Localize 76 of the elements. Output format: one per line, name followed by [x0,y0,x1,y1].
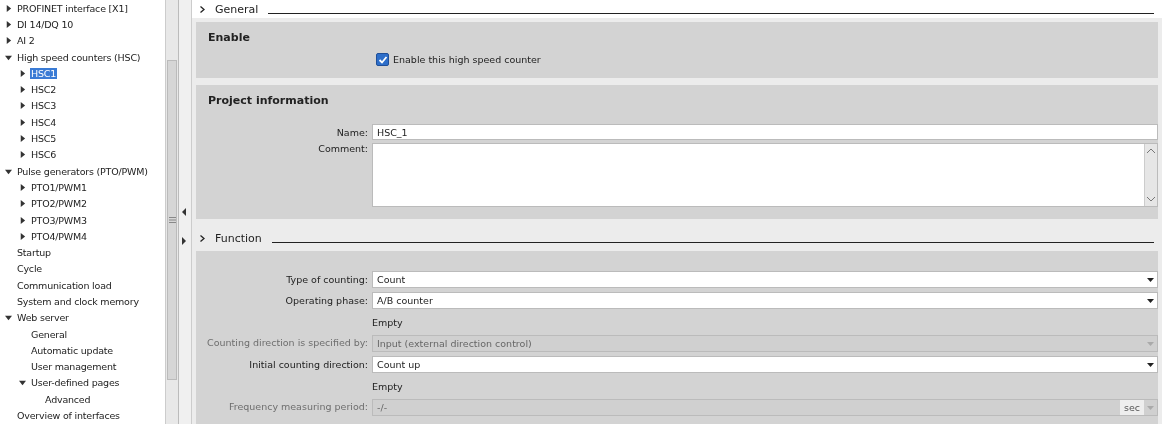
tree-item[interactable]: HSC4 [30,116,58,128]
tree-item[interactable]: User-defined pages [30,377,121,389]
dropdown[interactable]: Count [372,271,1158,288]
status-text: Empty [372,316,403,328]
collapsed-arrow-icon[interactable] [19,102,26,110]
tree-item[interactable]: PTO4/PWM4 [30,230,88,242]
collapsed-arrow-icon[interactable] [19,151,26,159]
scrollbar[interactable] [165,0,178,424]
tree-item[interactable]: Startup [16,247,52,259]
tree-item[interactable]: HSC5 [30,133,58,144]
tree-item[interactable]: HSC6 [30,149,58,161]
tree-item[interactable]: HSC1 [30,67,58,79]
tree-item[interactable]: High speed counters (HSC) [16,51,142,63]
field-label: Operating phase: [284,295,368,306]
tree-item[interactable]: Overview of interfaces [16,410,121,422]
name-field[interactable]: HSC_1 [372,124,1158,140]
comment-field[interactable] [372,143,1158,207]
expanded-arrow-icon[interactable] [5,314,12,322]
field-label: Type of counting: [285,274,368,285]
field-label: Initial counting direction: [248,359,368,370]
field-label: Comment: [317,143,368,154]
tree-item[interactable]: Automatic update [30,344,114,356]
tree-item[interactable]: Advanced [44,393,92,405]
tree-item[interactable]: PROFINET interface [X1] [16,2,129,14]
tree-item[interactable]: Web server [16,312,70,324]
section-heading: Enable [207,30,251,46]
collapsed-caret-icon[interactable] [200,234,205,242]
scroll-up-icon[interactable] [1147,148,1155,153]
tree-item[interactable]: HSC3 [30,100,58,112]
collapsed-arrow-icon[interactable] [19,118,26,126]
tree-item[interactable]: DI 14/DQ 10 [16,18,75,30]
dropdown[interactable]: Count up [372,356,1158,373]
caret-icon[interactable] [200,5,205,13]
tree-item[interactable]: PTO2/PWM2 [30,198,88,210]
tree-item[interactable]: Cycle [16,263,43,275]
expanded-arrow-icon[interactable] [5,167,12,175]
section-title[interactable]: Function [215,231,262,245]
scrollbar[interactable] [1144,144,1157,206]
expanded-arrow-icon[interactable] [5,53,12,61]
collapsed-arrow-icon[interactable] [5,4,12,12]
tree-item[interactable]: PTO3/PWM3 [30,214,88,226]
tree-item[interactable]: General [30,328,69,340]
scrollbar-thumb[interactable] [167,60,177,380]
status-text: Empty [372,380,403,392]
collapsed-arrow-icon[interactable] [5,20,12,28]
collapsed-arrow-icon[interactable] [19,135,26,142]
collapsed-arrow-icon[interactable] [19,69,26,77]
checkbox-label: Enable this high speed counter [393,54,541,65]
expand-right-icon[interactable] [182,237,186,245]
collapsed-arrow-icon[interactable] [19,86,26,94]
tree-item[interactable]: System and clock memory [16,296,140,307]
expanded-arrow-icon[interactable] [19,379,26,387]
tree-item[interactable]: AI 2 [16,35,36,47]
field-label: Frequency measuring period: [227,401,368,414]
dropdown-arrow-icon[interactable] [1147,298,1154,303]
tree-item[interactable]: PTO1/PWM1 [30,181,88,193]
section-title[interactable]: General [215,2,259,16]
collapsed-arrow-icon[interactable] [19,216,26,224]
collapsed-arrow-icon[interactable] [5,37,12,45]
collapsed-arrow-icon[interactable] [19,200,26,208]
field-label: Counting direction is specified by: [206,337,368,350]
tree-item[interactable]: HSC2 [30,84,58,96]
field-label: Name: [335,126,368,138]
section-heading: Project information [207,93,330,109]
grip-icon [168,217,176,223]
tree-item[interactable]: Pulse generators (PTO/PWM) [16,165,149,177]
dropdown[interactable]: A/B counter [372,292,1158,309]
tree-item[interactable]: User management [30,361,118,373]
dropdown-arrow-icon[interactable] [1147,277,1154,282]
checkbox[interactable] [376,53,389,66]
collapse-left-icon[interactable] [182,208,186,216]
dropdown-arrow-icon[interactable] [1147,362,1154,367]
tree-item[interactable]: Communication load [16,279,113,291]
scroll-down-icon[interactable] [1147,197,1155,202]
collapsed-arrow-icon[interactable] [19,183,26,191]
collapsed-arrow-icon[interactable] [19,232,26,240]
